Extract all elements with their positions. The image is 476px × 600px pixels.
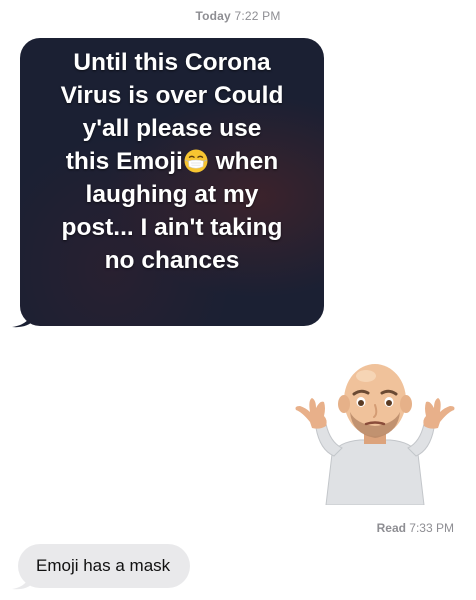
meme-line: when	[215, 148, 279, 175]
shrugging-memoji-icon[interactable]	[290, 350, 460, 505]
read-label: Read	[376, 521, 406, 535]
meme-line: Until this Corona	[73, 49, 271, 76]
meme-caption: Until this Corona Virus is over Could y'…	[28, 46, 316, 277]
meme-line: Virus is over Could	[60, 82, 284, 109]
meme-line-with-emoji: this Emoji when	[28, 145, 316, 178]
mask-face-emoji-icon	[184, 149, 208, 173]
meme-line: no chances	[104, 247, 240, 274]
timestamp-time: 7:22 PM	[234, 9, 281, 23]
meme-line: laughing at my	[85, 181, 259, 208]
meme-line: post... I ain't taking	[61, 214, 283, 241]
meme-line: this Emoji	[65, 148, 183, 175]
meme-image-message[interactable]: Until this Corona Virus is over Could y'…	[20, 38, 324, 326]
incoming-text-message[interactable]: Emoji has a mask	[18, 544, 191, 588]
read-receipt: Read 7:33 PM	[377, 521, 454, 535]
conversation-timestamp: Today 7:22 PM	[0, 9, 476, 23]
meme-line: y'all please use	[82, 115, 262, 142]
timestamp-day: Today	[195, 9, 231, 23]
messages-screen: Today 7:22 PM Until this Corona Virus is…	[0, 0, 476, 600]
read-time: 7:33 PM	[409, 521, 454, 535]
